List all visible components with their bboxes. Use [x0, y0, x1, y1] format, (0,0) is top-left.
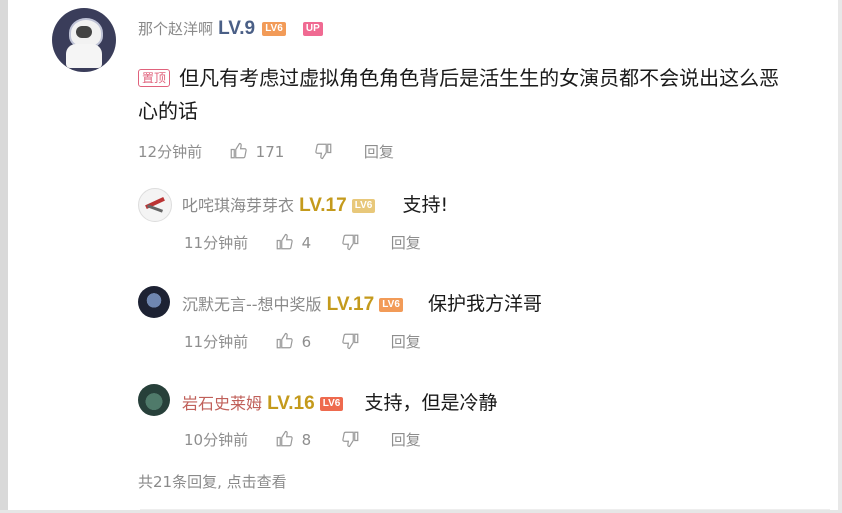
thumb-up-icon[interactable]: [275, 332, 293, 350]
avatar-face: [76, 26, 92, 38]
reply-2-level: LV.17: [326, 294, 375, 315]
screenshot-right-border: [838, 0, 842, 513]
pinned-badge: 置顶: [138, 69, 171, 87]
reply-2-header: 沉默无言--想中奖版 LV.17 LV6 保护我方洋哥: [182, 289, 542, 316]
reply-2-like-count: 6: [301, 333, 312, 351]
thumb-down-icon[interactable]: [342, 233, 360, 251]
main-level: LV.9: [218, 18, 256, 39]
main-comment-text-line1: 但凡有考虑过虚拟角色角色背后是活生生的女演员都不会说出这么恶: [179, 66, 780, 90]
reply-2-meta: 11分钟前 6 回复: [184, 331, 421, 352]
reply-2-time: 11分钟前: [184, 333, 249, 351]
thumb-up-icon[interactable]: [229, 142, 247, 160]
reply-1-like-count: 4: [301, 234, 312, 252]
reply-3-text: 支持，但是冷静: [364, 392, 498, 414]
reply-3-level-badge: LV6: [319, 397, 344, 411]
reply-1-level-badge: LV6: [351, 199, 376, 213]
reply-1-meta: 11分钟前 4 回复: [184, 232, 421, 253]
main-comment-header: 那个赵洋啊 LV.9 LV6 UP: [138, 18, 323, 40]
reply-1-text: 支持!: [402, 194, 449, 216]
reply-2-text: 保护我方洋哥: [428, 293, 543, 315]
thumb-up-icon[interactable]: [275, 430, 293, 448]
avatar-mark: [146, 204, 164, 213]
thumb-down-icon[interactable]: [342, 332, 360, 350]
view-all-replies-link[interactable]: 共21条回复, 点击查看: [138, 471, 287, 492]
main-comment-meta: 12分钟前 171 回复: [138, 141, 394, 162]
comment-divider: [140, 509, 830, 510]
avatar-reply-3[interactable]: [138, 384, 170, 416]
reply-2-level-badge: LV6: [379, 298, 403, 312]
reply-3-level: LV.16: [267, 393, 315, 414]
thumb-down-icon[interactable]: [342, 430, 360, 448]
reply-2-username[interactable]: 沉默无言--想中奖版: [182, 295, 322, 314]
reply-3-meta: 10分钟前 8 回复: [184, 429, 421, 450]
main-level-badge: LV6: [262, 22, 286, 36]
reply-3-like-count: 8: [301, 431, 312, 449]
thumb-down-icon[interactable]: [315, 142, 333, 160]
reply-2-reply-button[interactable]: 回复: [391, 333, 421, 351]
reply-1-level: LV.17: [299, 195, 347, 216]
avatar-reply-1[interactable]: [138, 188, 172, 222]
reply-3-username[interactable]: 岩石史莱姆: [182, 394, 262, 413]
reply-1-header: 叱咤琪海芽芽衣 LV.17 LV6 支持!: [182, 190, 448, 217]
main-username[interactable]: 那个赵洋啊: [138, 20, 213, 38]
main-like-count: 171: [255, 143, 285, 161]
reply-3-time: 10分钟前: [184, 431, 249, 449]
main-comment-text-line2: 心的话: [138, 99, 198, 123]
up-badge: UP: [302, 22, 323, 36]
reply-1-username[interactable]: 叱咤琪海芽芽衣: [182, 196, 294, 215]
main-reply-button[interactable]: 回复: [364, 143, 394, 161]
reply-3-header: 岩石史莱姆 LV.16 LV6 支持，但是冷静: [182, 388, 497, 415]
main-comment-time: 12分钟前: [138, 143, 203, 161]
reply-1-time: 11分钟前: [184, 234, 249, 252]
avatar-main-commenter[interactable]: [52, 8, 116, 72]
reply-3-reply-button[interactable]: 回复: [391, 431, 421, 449]
reply-1-reply-button[interactable]: 回复: [391, 234, 421, 252]
screenshot-left-border: [0, 0, 8, 513]
avatar-reply-2[interactable]: [138, 286, 170, 318]
main-comment-line1-wrap: 置顶 但凡有考虑过虚拟角色角色背后是活生生的女演员都不会说出这么恶: [138, 62, 779, 94]
thumb-up-icon[interactable]: [275, 233, 293, 251]
avatar-body: [66, 44, 102, 68]
